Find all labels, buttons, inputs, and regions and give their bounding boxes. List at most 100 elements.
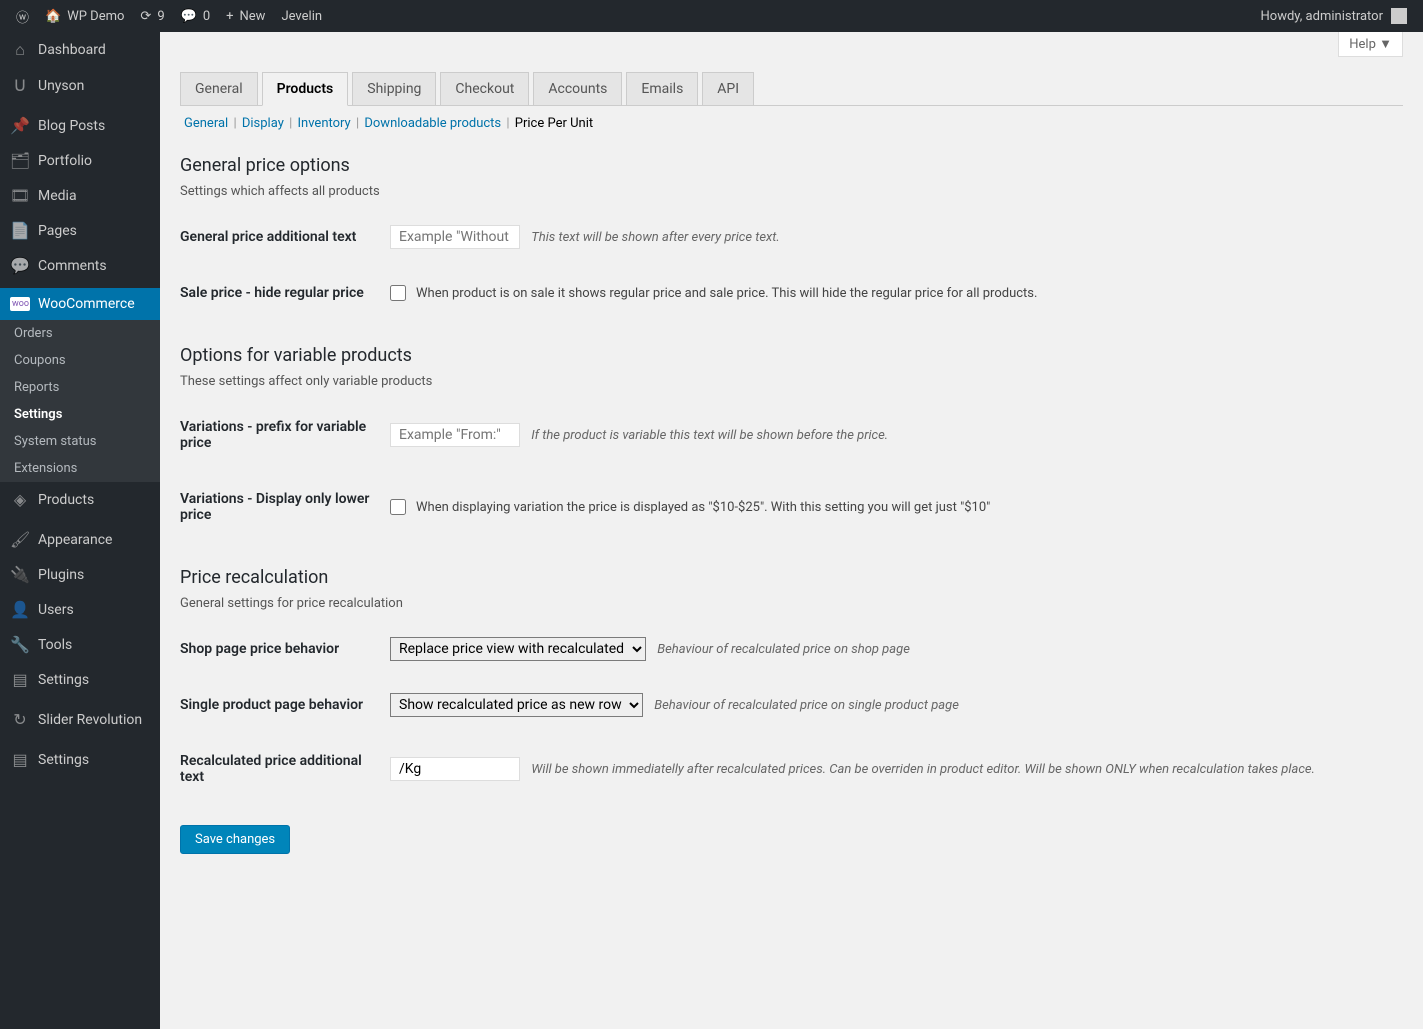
tab-accounts[interactable]: Accounts	[533, 72, 622, 105]
label-variations-lower: Variations - Display only lower price	[180, 471, 380, 543]
tab-general[interactable]: General	[180, 72, 258, 105]
admin-bar-account[interactable]: Howdy, administrator	[1261, 8, 1415, 24]
site-link[interactable]: 🏠 WP Demo	[37, 0, 132, 32]
section-general-price-desc: Settings which affects all products	[180, 184, 1403, 199]
sidebar-item-portfolio[interactable]: 🗂 Portfolio	[0, 143, 160, 178]
sidebar-label: Blog Posts	[38, 118, 105, 134]
sidebar-label: Media	[38, 188, 77, 204]
subtab-general[interactable]: General	[184, 116, 228, 131]
updates-link[interactable]: ⟳9	[132, 0, 172, 32]
comment-icon: 💬	[181, 9, 197, 24]
sliders-icon: ▤	[10, 670, 30, 689]
label-variations-prefix: Variations - prefix for variable price	[180, 399, 380, 471]
sidebar-label: Settings	[38, 672, 89, 688]
admin-bar: ⓦ 🏠WP Demo ⟳9 💬0 +New Jevelin Howdy, adm…	[0, 0, 1423, 32]
unyson-icon: ᑌ	[10, 76, 30, 95]
tab-api[interactable]: API	[702, 72, 754, 105]
select-single-behavior[interactable]: Show recalculated price as new row	[390, 693, 643, 717]
subtab-downloadable[interactable]: Downloadable products	[364, 116, 501, 131]
howdy-text: Howdy, administrator	[1261, 9, 1383, 24]
sidebar-label: Dashboard	[38, 42, 106, 58]
submenu-extensions[interactable]: Extensions	[0, 455, 160, 482]
tab-emails[interactable]: Emails	[626, 72, 698, 105]
new-link[interactable]: +New	[218, 0, 273, 32]
sidebar-item-comments[interactable]: 💬 Comments	[0, 248, 160, 283]
sidebar-label: Comments	[38, 258, 107, 274]
sidebar-item-pages[interactable]: 📄 Pages	[0, 213, 160, 248]
checkbox-variations-lower[interactable]	[390, 499, 406, 515]
plus-icon: +	[226, 9, 233, 24]
subtab-display[interactable]: Display	[242, 116, 284, 131]
label-sale-hide-regular: Sale price - hide regular price	[180, 265, 380, 321]
label-single-behavior: Single product page behavior	[180, 677, 380, 733]
sidebar-item-settings-2[interactable]: ▤Settings	[0, 742, 160, 777]
products-icon: ◈	[10, 490, 30, 509]
comments-icon: 💬	[10, 256, 30, 275]
sidebar-label: Products	[38, 492, 94, 508]
settings-tabs: General Products Shipping Checkout Accou…	[180, 72, 1403, 106]
submenu-settings[interactable]: Settings	[0, 401, 160, 428]
sidebar-item-tools[interactable]: 🔧 Tools	[0, 627, 160, 662]
sidebar-item-appearance[interactable]: 🖌Appearance	[0, 522, 160, 557]
dashboard-icon: ⌂	[10, 40, 30, 60]
sidebar-item-slider-revolution[interactable]: ↻Slider Revolution	[0, 702, 160, 737]
section-variable-desc: These settings affect only variable prod…	[180, 374, 1403, 389]
desc-shop-behavior: Behaviour of recalculated price on shop …	[657, 642, 910, 657]
sidebar-item-plugins[interactable]: 🔌Plugins	[0, 557, 160, 592]
avatar-icon	[1391, 8, 1407, 24]
label-general-price-text: General price additional text	[180, 209, 380, 265]
media-icon: 🎞	[10, 186, 30, 205]
sidebar-label: Settings	[38, 752, 89, 768]
sidebar-item-woocommerce[interactable]: wooWooCommerce	[0, 288, 160, 320]
home-icon: 🏠	[45, 9, 61, 24]
sidebar-label: Pages	[38, 223, 77, 239]
input-general-price-text[interactable]	[390, 225, 520, 249]
subtab-inventory[interactable]: Inventory	[298, 116, 351, 131]
save-button[interactable]: Save changes	[180, 825, 290, 854]
submenu-reports[interactable]: Reports	[0, 374, 160, 401]
sidebar-item-posts[interactable]: 📌Blog Posts	[0, 108, 160, 143]
wordpress-icon: ⓦ	[16, 7, 29, 26]
sidebar-label: WooCommerce	[38, 296, 135, 312]
help-tab[interactable]: Help ▼	[1338, 32, 1403, 57]
subtab-price-per-unit: Price Per Unit	[515, 116, 593, 131]
portfolio-icon: 🗂	[10, 151, 30, 170]
brush-icon: 🖌	[10, 530, 30, 549]
woocommerce-submenu: Orders Coupons Reports Settings System s…	[0, 320, 160, 482]
tab-shipping[interactable]: Shipping	[352, 72, 436, 105]
sidebar-item-unyson[interactable]: ᑌ Unyson	[0, 68, 160, 103]
sidebar-label: Portfolio	[38, 153, 92, 169]
submenu-coupons[interactable]: Coupons	[0, 347, 160, 374]
wrench-icon: 🔧	[10, 635, 30, 654]
input-recalc-text[interactable]	[390, 757, 520, 781]
desc-sale-hide-regular: When product is on sale it shows regular…	[416, 286, 1037, 301]
jevelin-link[interactable]: Jevelin	[273, 0, 330, 32]
site-name: WP Demo	[67, 9, 124, 24]
sidebar-label: Users	[38, 602, 74, 618]
updates-count: 9	[157, 9, 164, 24]
sidebar-item-media[interactable]: 🎞 Media	[0, 178, 160, 213]
sidebar-item-users[interactable]: 👤 Users	[0, 592, 160, 627]
refresh-icon: ↻	[10, 710, 30, 729]
desc-recalc-text: Will be shown immediatelly after recalcu…	[531, 762, 1315, 777]
label-recalc-text: Recalculated price additional text	[180, 733, 380, 805]
tab-products[interactable]: Products	[262, 72, 349, 106]
submenu-orders[interactable]: Orders	[0, 320, 160, 347]
checkbox-sale-hide-regular[interactable]	[390, 285, 406, 301]
select-shop-behavior[interactable]: Replace price view with recalculated	[390, 637, 646, 661]
sidebar-label: Tools	[38, 637, 72, 653]
desc-single-behavior: Behaviour of recalculated price on singl…	[654, 698, 959, 713]
wp-logo[interactable]: ⓦ	[8, 0, 37, 32]
tab-checkout[interactable]: Checkout	[440, 72, 529, 105]
input-variations-prefix[interactable]	[390, 423, 520, 447]
submenu-system-status[interactable]: System status	[0, 428, 160, 455]
users-icon: 👤	[10, 600, 30, 619]
comments-count: 0	[203, 9, 210, 24]
label-shop-behavior: Shop page price behavior	[180, 621, 380, 677]
comments-link[interactable]: 💬0	[173, 0, 219, 32]
sidebar-label: Unyson	[38, 78, 84, 94]
sidebar-item-products[interactable]: ◈ Products	[0, 482, 160, 517]
pages-icon: 📄	[10, 221, 30, 240]
sidebar-item-dashboard[interactable]: ⌂ Dashboard	[0, 32, 160, 68]
sidebar-item-settings[interactable]: ▤ Settings	[0, 662, 160, 697]
